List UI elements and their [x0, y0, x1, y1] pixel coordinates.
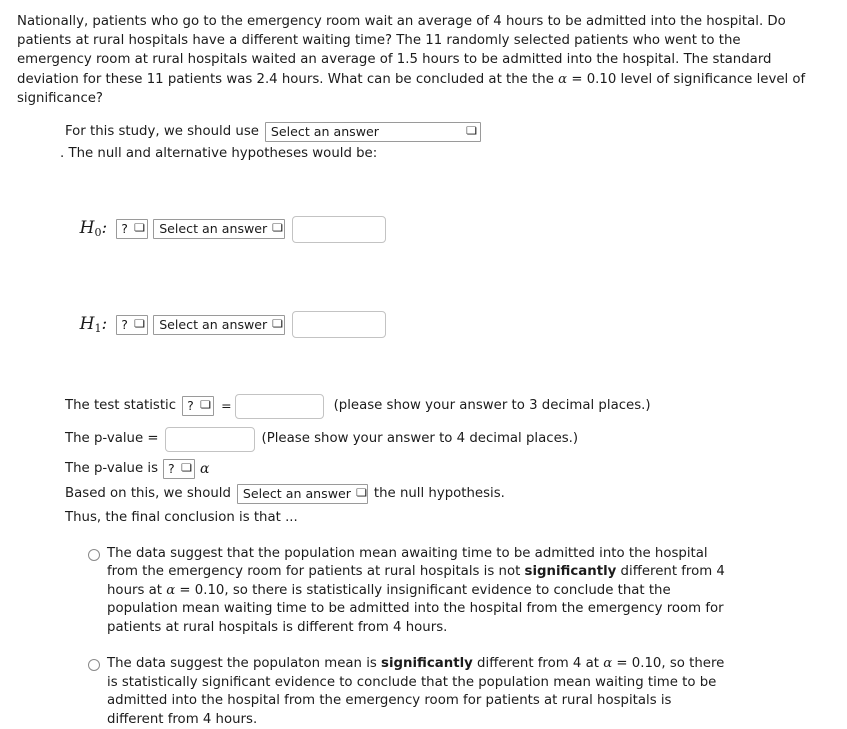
- p-value-comparison-label: The p-value is: [65, 461, 159, 477]
- decision-row: Based on this, we should Select an answe…: [65, 483, 847, 504]
- test-statistic-row: The test statistic ? ❏ = (please show yo…: [65, 393, 847, 419]
- test-statistic-equals: =: [221, 398, 232, 414]
- p-value-comparison-select[interactable]: ? ❏: [163, 459, 196, 480]
- hypotheses-intro-label: . The null and alternative hypotheses wo…: [60, 146, 378, 162]
- chevron-down-icon: ❏: [272, 318, 284, 330]
- chevron-down-icon: ❏: [272, 223, 284, 235]
- test-statistic-note: (please show your answer to 3 decimal pl…: [333, 398, 651, 414]
- alpha-symbol: α: [558, 71, 568, 87]
- study-method-select[interactable]: Select an answer ❏: [264, 122, 481, 143]
- study-method-label: For this study, we should use: [65, 124, 259, 140]
- conclusion-options: The data suggest that the population mea…: [0, 545, 847, 729]
- null-hypothesis-parameter-select[interactable]: ? ❏: [116, 219, 149, 240]
- alternative-hypothesis-row: H1: ? ❏ Select an answer ❏: [0, 286, 847, 363]
- h0-letter: H: [79, 218, 95, 239]
- final-conclusion-label: Thus, the final conclusion is that ...: [65, 509, 298, 525]
- decision-select-value: Select an answer: [242, 485, 351, 501]
- alternative-hypothesis-parameter-value: ?: [121, 316, 128, 332]
- h0-subscript: 0: [94, 226, 102, 240]
- chevron-down-icon: ❏: [134, 318, 146, 330]
- radio-button-icon[interactable]: [88, 548, 100, 561]
- chevron-down-icon: ❏: [355, 487, 368, 499]
- null-hypothesis-label: H0:: [58, 191, 108, 268]
- null-hypothesis-operator-select[interactable]: Select an answer ❏: [153, 219, 286, 240]
- test-statistic-type-select[interactable]: ? ❏: [182, 396, 215, 417]
- h1-colon: :: [101, 313, 108, 334]
- conclusion-option-2[interactable]: The data suggest the populaton mean is s…: [88, 655, 732, 729]
- h1-letter: H: [79, 313, 95, 334]
- chevron-down-icon: ❏: [134, 223, 146, 235]
- p-value-input[interactable]: [164, 426, 255, 452]
- null-hypothesis-operator-value: Select an answer: [159, 221, 268, 237]
- null-hypothesis-row: H0: ? ❏ Select an answer ❏: [0, 191, 847, 268]
- conclusion-option-1[interactable]: The data suggest that the population mea…: [88, 545, 732, 638]
- p-value-comparison-value: ?: [168, 461, 175, 477]
- alternative-hypothesis-parameter-select[interactable]: ? ❏: [116, 314, 149, 335]
- null-hypothesis-parameter-value: ?: [121, 221, 128, 237]
- test-statistic-input[interactable]: [234, 393, 324, 419]
- study-method-row: For this study, we should use Select an …: [65, 122, 847, 143]
- conclusion-option-1-text: The data suggest that the population mea…: [107, 545, 725, 635]
- alternative-hypothesis-operator-select[interactable]: Select an answer ❏: [153, 314, 286, 335]
- alternative-hypothesis-operator-value: Select an answer: [159, 316, 268, 332]
- problem-statement: Nationally, patients who go to the emerg…: [0, 0, 847, 108]
- study-method-select-value: Select an answer: [270, 124, 379, 140]
- chevron-down-icon: ❏: [180, 463, 193, 475]
- decision-suffix-label: the null hypothesis.: [373, 485, 505, 501]
- chevron-down-icon: ❏: [465, 126, 478, 138]
- alpha-symbol: α: [200, 460, 210, 477]
- h0-colon: :: [101, 218, 108, 239]
- alternative-hypothesis-label: H1:: [58, 286, 108, 363]
- p-value-note: (Please show your answer to 4 decimal pl…: [261, 431, 579, 447]
- h1-subscript: 1: [94, 321, 102, 335]
- decision-select[interactable]: Select an answer ❏: [236, 483, 368, 504]
- chevron-down-icon: ❏: [199, 400, 212, 412]
- statistics-section: The test statistic ? ❏ = (please show yo…: [0, 393, 847, 528]
- test-statistic-label: The test statistic: [65, 398, 177, 414]
- decision-prefix-label: Based on this, we should: [65, 485, 231, 501]
- p-value-row: The p-value = (Please show your answer t…: [65, 426, 847, 452]
- null-hypothesis-value-input[interactable]: [292, 215, 387, 243]
- radio-button-icon[interactable]: [88, 659, 100, 672]
- p-value-label: The p-value =: [65, 431, 159, 447]
- conclusion-option-2-text: The data suggest the populaton mean is s…: [107, 656, 725, 727]
- p-value-comparison-row: The p-value is ? ❏ α: [65, 459, 847, 480]
- study-method-section: For this study, we should use Select an …: [0, 122, 847, 164]
- alternative-hypothesis-value-input[interactable]: [292, 311, 387, 339]
- test-statistic-type-value: ?: [187, 398, 194, 414]
